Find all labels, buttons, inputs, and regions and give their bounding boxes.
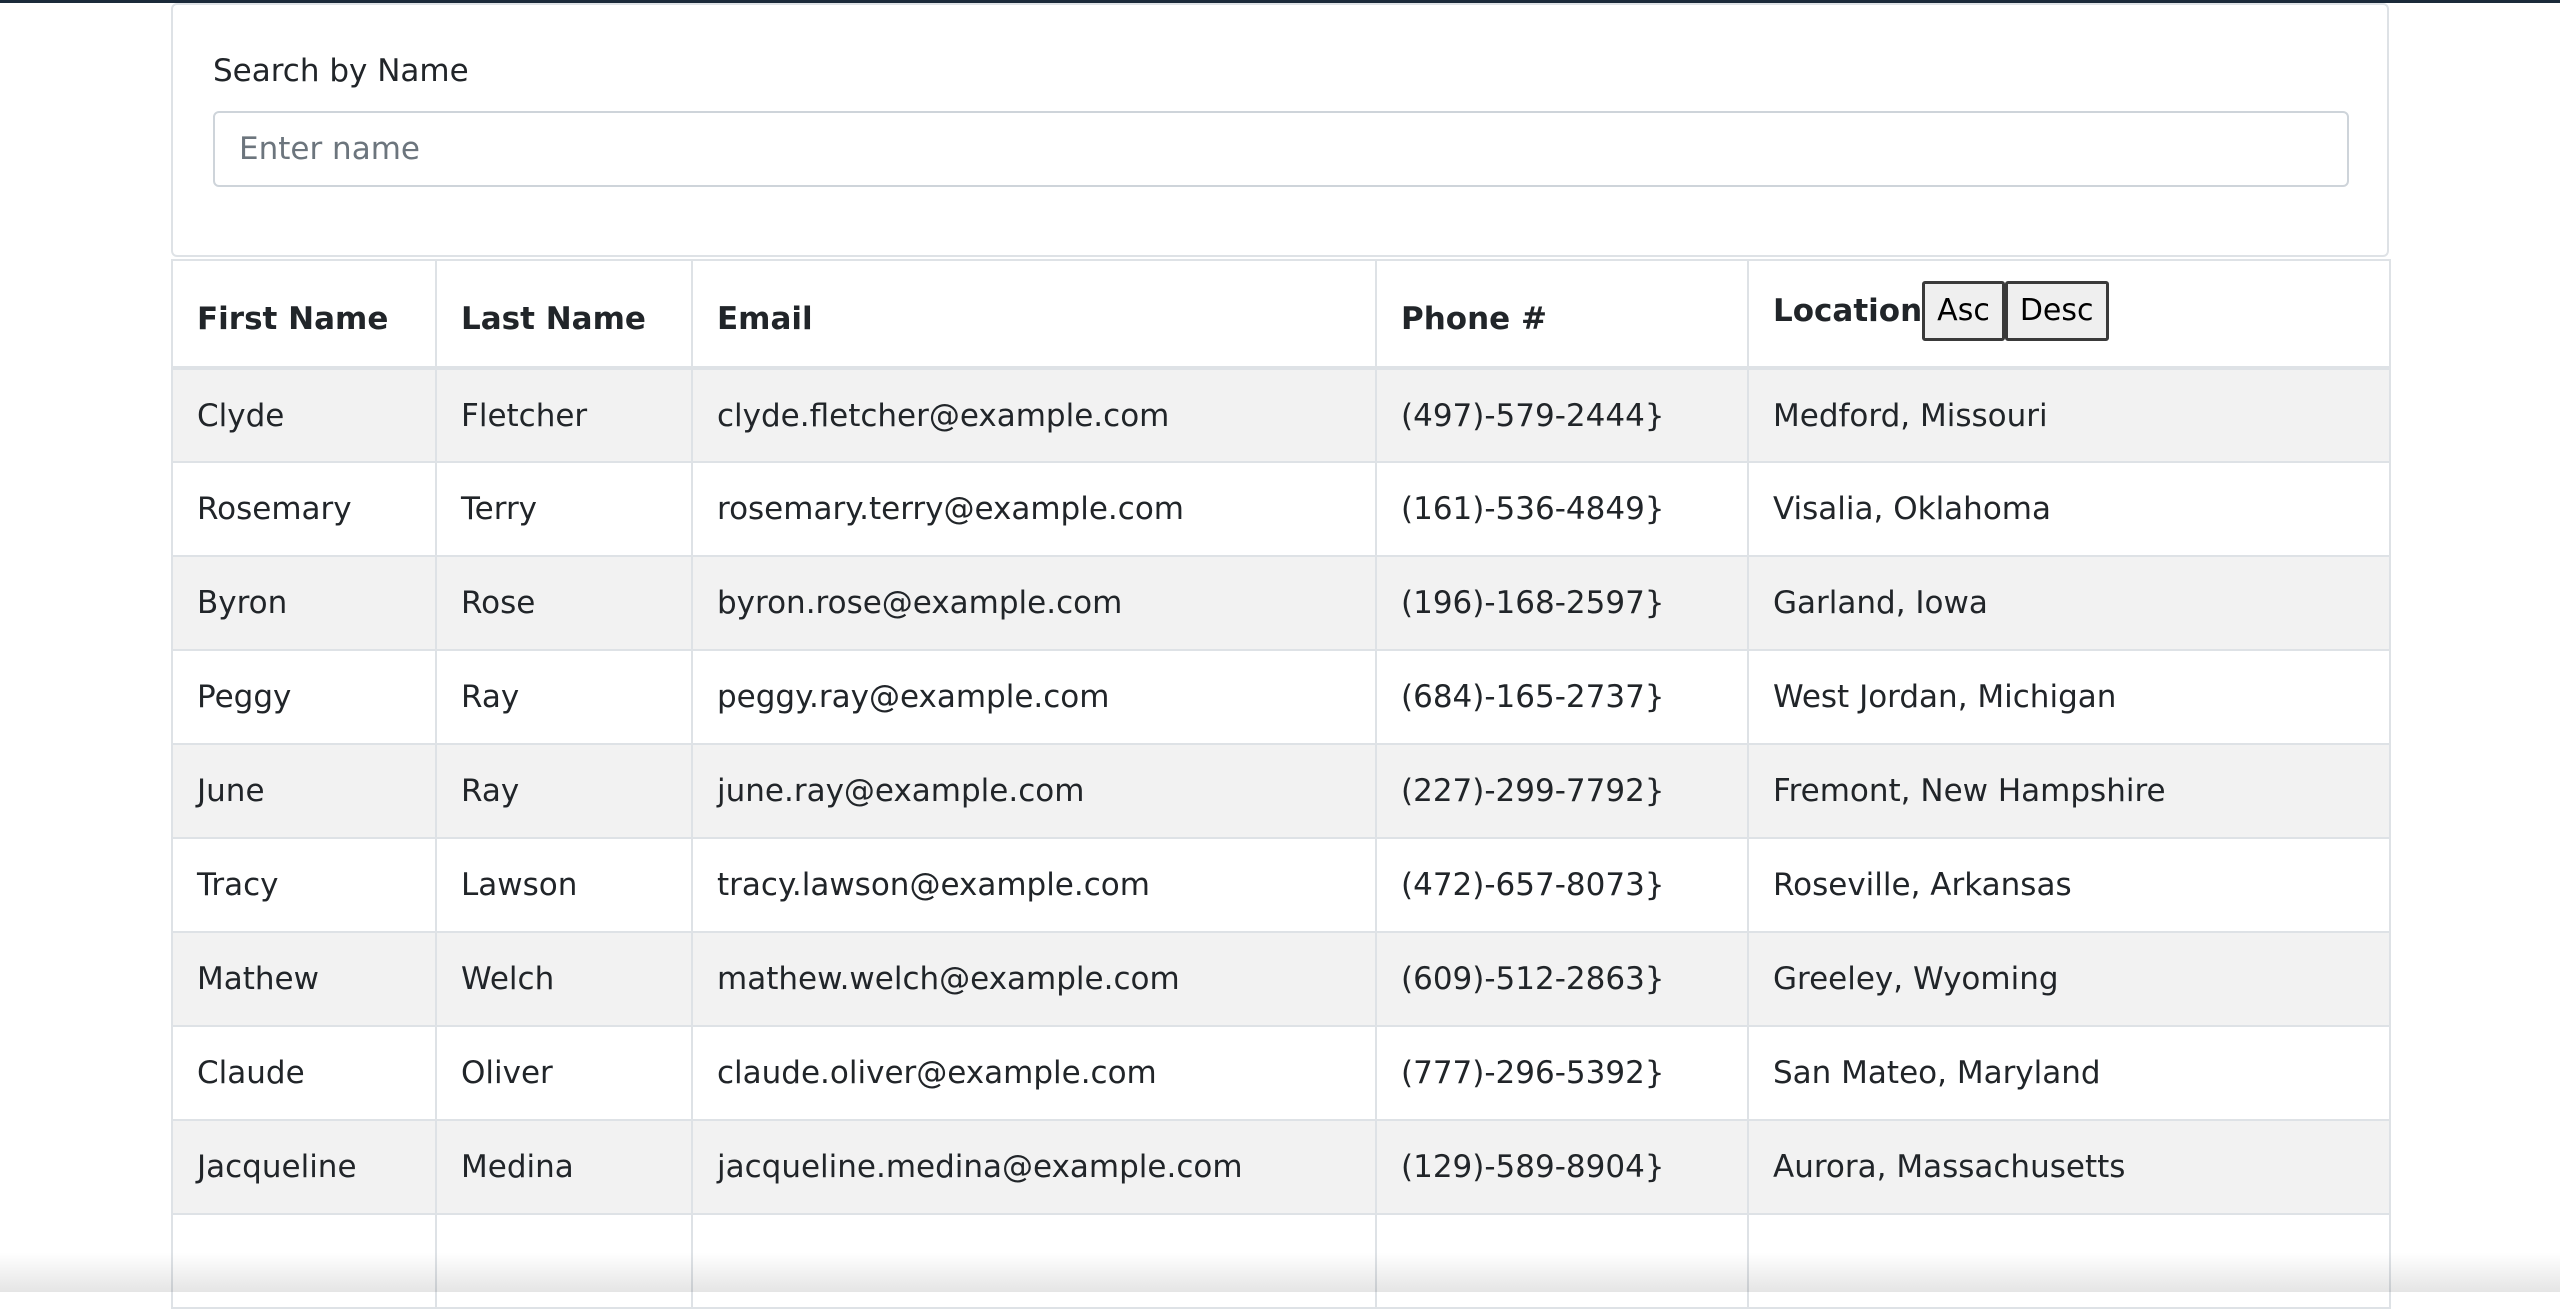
cell-first-name xyxy=(171,1213,437,1309)
cell-email: clyde.fletcher@example.com xyxy=(691,367,1377,463)
cell-email: jacqueline.medina@example.com xyxy=(691,1119,1377,1215)
search-input[interactable] xyxy=(213,111,2349,187)
cell-location: Garland, Iowa xyxy=(1747,555,2391,651)
cell-first-name: Claude xyxy=(171,1025,437,1121)
cell-first-name: Clyde xyxy=(171,367,437,463)
cell-phone: (196)-168-2597} xyxy=(1375,555,1749,651)
cell-location: Greeley, Wyoming xyxy=(1747,931,2391,1027)
table-row: June Ray june.ray@example.com (227)-299-… xyxy=(171,743,2391,839)
header-email: Email xyxy=(691,259,1377,370)
sort-asc-button[interactable]: Asc xyxy=(1922,280,2005,341)
cell-email: mathew.welch@example.com xyxy=(691,931,1377,1027)
table-row: Claude Oliver claude.oliver@example.com … xyxy=(171,1025,2391,1121)
cell-location: West Jordan, Michigan xyxy=(1747,649,2391,745)
table-row: Mathew Welch mathew.welch@example.com (6… xyxy=(171,931,2391,1027)
sort-desc-button[interactable]: Desc xyxy=(2004,280,2109,341)
cell-last-name: Ray xyxy=(435,649,693,745)
search-card: Search by Name xyxy=(171,3,2389,257)
cell-phone: (129)-589-8904} xyxy=(1375,1119,1749,1215)
cell-first-name: June xyxy=(171,743,437,839)
page-container: Search by Name First Name Last Name Emai… xyxy=(171,3,2391,1309)
cell-email: rosemary.terry@example.com xyxy=(691,461,1377,557)
cell-email xyxy=(691,1213,1377,1309)
cell-phone: (227)-299-7792} xyxy=(1375,743,1749,839)
table-row: Tracy Lawson tracy.lawson@example.com (4… xyxy=(171,837,2391,933)
cell-phone: (609)-512-2863} xyxy=(1375,931,1749,1027)
location-header-group: Location Asc Desc xyxy=(1773,280,2365,341)
cell-location: Medford, Missouri xyxy=(1747,367,2391,463)
header-first-name: First Name xyxy=(171,259,437,370)
cell-phone: (497)-579-2444} xyxy=(1375,367,1749,463)
cell-location: Aurora, Massachusetts xyxy=(1747,1119,2391,1215)
cell-location: Roseville, Arkansas xyxy=(1747,837,2391,933)
users-table: First Name Last Name Email Phone # Locat… xyxy=(171,259,2391,1309)
cell-phone: (472)-657-8073} xyxy=(1375,837,1749,933)
cell-email: byron.rose@example.com xyxy=(691,555,1377,651)
cell-email: june.ray@example.com xyxy=(691,743,1377,839)
cell-email: peggy.ray@example.com xyxy=(691,649,1377,745)
cell-last-name: Medina xyxy=(435,1119,693,1215)
cell-last-name: Oliver xyxy=(435,1025,693,1121)
table-row: Jacqueline Medina jacqueline.medina@exam… xyxy=(171,1119,2391,1215)
cell-first-name: Peggy xyxy=(171,649,437,745)
table-row: Byron Rose byron.rose@example.com (196)-… xyxy=(171,555,2391,651)
table-row: Peggy Ray peggy.ray@example.com (684)-16… xyxy=(171,649,2391,745)
cell-phone xyxy=(1375,1213,1749,1309)
cell-first-name: Jacqueline xyxy=(171,1119,437,1215)
cell-phone: (777)-296-5392} xyxy=(1375,1025,1749,1121)
cell-location xyxy=(1747,1213,2391,1309)
cell-phone: (684)-165-2737} xyxy=(1375,649,1749,745)
cell-location: Fremont, New Hampshire xyxy=(1747,743,2391,839)
cell-first-name: Rosemary xyxy=(171,461,437,557)
cell-last-name: Lawson xyxy=(435,837,693,933)
cell-last-name: Welch xyxy=(435,931,693,1027)
cell-last-name: Rose xyxy=(435,555,693,651)
search-label: Search by Name xyxy=(213,53,469,89)
cell-last-name: Terry xyxy=(435,461,693,557)
header-location: Location xyxy=(1773,292,1923,329)
cell-phone: (161)-536-4849} xyxy=(1375,461,1749,557)
cell-first-name: Byron xyxy=(171,555,437,651)
table-row xyxy=(171,1213,2391,1309)
header-row: First Name Last Name Email Phone # Locat… xyxy=(171,259,2391,370)
cell-last-name: Fletcher xyxy=(435,367,693,463)
cell-location: Visalia, Oklahoma xyxy=(1747,461,2391,557)
cell-location: San Mateo, Maryland xyxy=(1747,1025,2391,1121)
header-location-cell: Location Asc Desc xyxy=(1747,259,2391,370)
cell-last-name xyxy=(435,1213,693,1309)
table-row: Clyde Fletcher clyde.fletcher@example.co… xyxy=(171,367,2391,463)
table-header: First Name Last Name Email Phone # Locat… xyxy=(171,259,2391,370)
cell-first-name: Mathew xyxy=(171,931,437,1027)
cell-email: tracy.lawson@example.com xyxy=(691,837,1377,933)
cell-last-name: Ray xyxy=(435,743,693,839)
table-body: Clyde Fletcher clyde.fletcher@example.co… xyxy=(171,367,2391,1309)
cell-first-name: Tracy xyxy=(171,837,437,933)
table-row: Rosemary Terry rosemary.terry@example.co… xyxy=(171,461,2391,557)
header-phone: Phone # xyxy=(1375,259,1749,370)
header-last-name: Last Name xyxy=(435,259,693,370)
cell-email: claude.oliver@example.com xyxy=(691,1025,1377,1121)
